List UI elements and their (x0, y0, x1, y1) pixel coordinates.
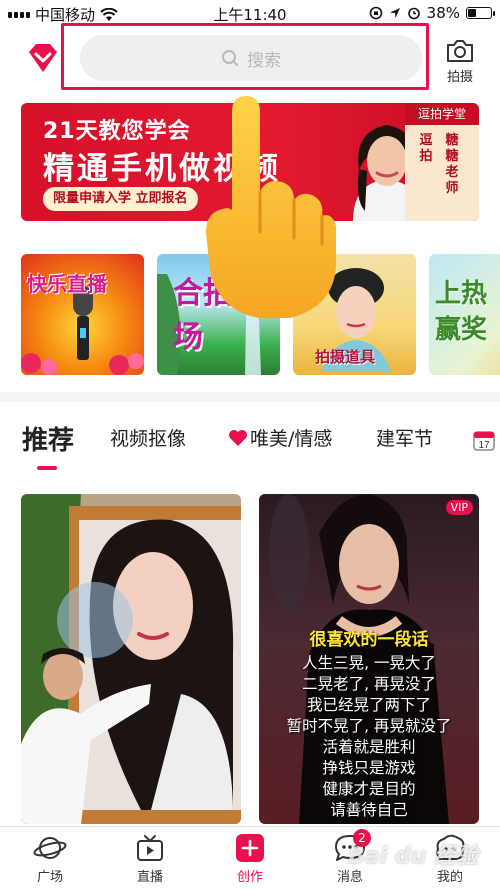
nav-square-label: 广场 (36, 870, 63, 885)
app-screen: 中国移动 上午11:40 38% 搜索 拍摄 21天教您学会 精通手机做视频 限… (0, 0, 500, 889)
tab-aesthetic-label: 唯美/情感 (250, 428, 333, 450)
poem-line: 挣钱只是游戏 (322, 759, 416, 777)
baidu-watermark: Bai du 经验 (348, 844, 478, 869)
camera-icon (447, 40, 473, 62)
calendar-icon[interactable]: 17 (472, 428, 496, 452)
battery-icon (466, 7, 495, 19)
tab-aesthetic[interactable]: 唯美/情感 (228, 424, 332, 451)
nav-live[interactable]: 直播 (120, 833, 180, 885)
alarm-icon (407, 7, 420, 20)
tab-army-day[interactable]: 建军节 (376, 424, 433, 451)
location-icon (389, 8, 400, 18)
active-tab-indicator (37, 466, 57, 470)
poem-line: 二晃老了, 再晃没了 (302, 675, 436, 693)
rotation-lock-icon (369, 6, 382, 20)
feed-video-thumbnail-1 (21, 494, 241, 824)
tv-icon (137, 835, 163, 861)
svg-text:17: 17 (478, 440, 490, 451)
nav-create[interactable]: 创作 (220, 833, 280, 885)
search-input[interactable]: 搜索 (80, 35, 422, 81)
pointing-hand-icon (206, 96, 336, 318)
tab-video-matting[interactable]: 视频抠像 (110, 424, 186, 451)
status-right: 38% (369, 4, 495, 22)
poem-line: 请善待自己 (330, 801, 408, 819)
plus-icon (236, 834, 264, 862)
nav-square[interactable]: 广场 (20, 833, 80, 885)
banner-brand-tag: 逗拍学堂 (405, 103, 479, 125)
category-title-props: 拍摄道具 (315, 348, 376, 366)
category-card-live[interactable]: 快乐直播 (21, 254, 144, 375)
category-card-hot[interactable]: 上热赢奖 (429, 254, 500, 375)
feed-card-1[interactable] (21, 494, 241, 824)
poem-title: 很喜欢的一段话 (309, 630, 429, 650)
poem-line: 我已经晃了两下了 (306, 696, 431, 714)
banner-brand-vertical: 逗拍 (419, 133, 433, 164)
banner-cta[interactable]: 限量申请入学 立即报名 (43, 187, 198, 211)
poem-line: 活着就是胜利 (322, 738, 416, 756)
planet-icon (33, 837, 67, 859)
nav-create-label: 创作 (236, 870, 263, 885)
vip-badge: VIP (445, 500, 473, 515)
search-icon (222, 50, 238, 66)
category-title-live: 快乐直播 (27, 272, 107, 296)
heart-icon (229, 429, 247, 446)
search-placeholder: 搜索 (247, 50, 281, 71)
banner-teacher-name: 糖糖老师 (445, 133, 459, 196)
poem-overlay: 很喜欢的一段话 人生三晃, 一晃大了 二晃老了, 再晃没了 我已经晃了两下了 暂… (259, 630, 479, 821)
category-title-hot: 上热赢奖 (435, 279, 488, 345)
banner-line1: 21天教您学会 (43, 119, 191, 144)
poem-line: 暂时不晃了, 再晃就没了 (286, 717, 452, 735)
section-divider (0, 392, 500, 402)
nav-live-label: 直播 (136, 870, 163, 885)
camera-button[interactable]: 拍摄 (440, 38, 480, 86)
battery-percent: 38% (426, 4, 460, 22)
flowers-decoration (21, 353, 144, 375)
banner-side-panel: 逗拍学堂 逗拍 糖糖老师 (405, 103, 479, 221)
feed-tabs: 推荐 视频抠像 唯美/情感 建军节 17 (0, 424, 500, 474)
feed-card-2[interactable]: VIP 很喜欢的一段话 人生三晃, 一晃大了 二晃老了, 再晃没了 我已经晃了两… (259, 494, 479, 824)
poem-line: 健康才是目的 (322, 780, 416, 798)
camera-label: 拍摄 (446, 70, 473, 85)
poem-line: 人生三晃, 一晃大了 (302, 654, 436, 672)
tab-recommend[interactable]: 推荐 (22, 420, 74, 457)
app-logo-icon[interactable] (26, 42, 60, 74)
